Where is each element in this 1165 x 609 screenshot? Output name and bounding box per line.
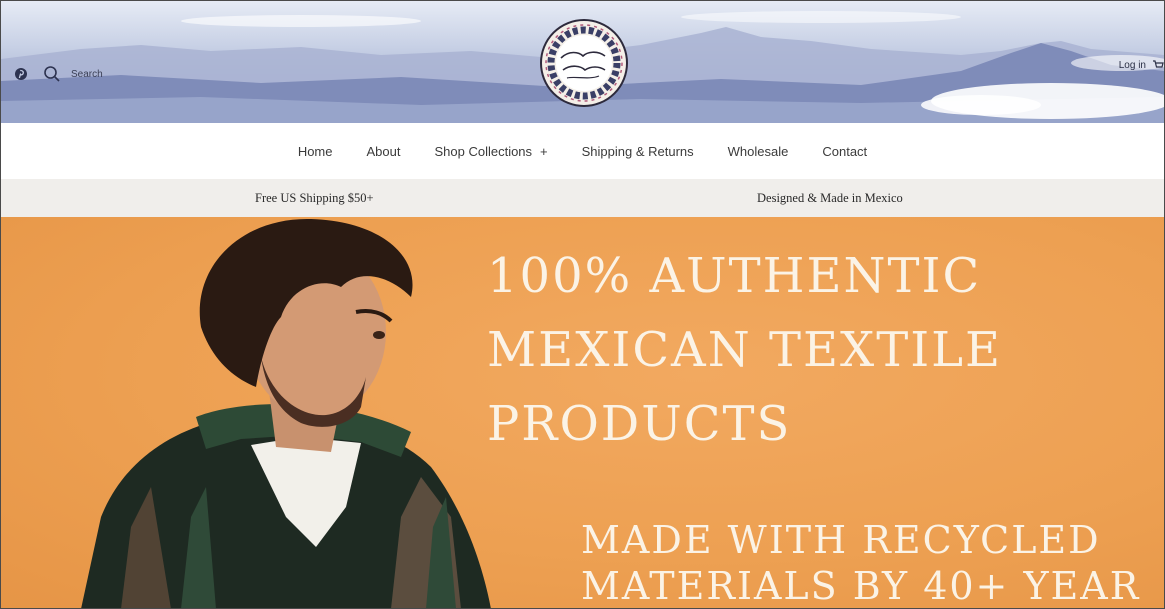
nav-item-shop-collections-label: Shop Collections <box>434 143 533 159</box>
header-utility-left: Search <box>13 65 103 83</box>
cart-icon[interactable] <box>1152 59 1164 71</box>
announcement-bar: Free US Shipping $50+ Designed & Made in… <box>1 179 1164 217</box>
hero-banner: 100% AUTHENTIC MEXICAN TEXTILE PRODUCTS … <box>1 217 1164 608</box>
header-utility-right: Log in <box>1119 59 1164 71</box>
browser-viewport: Search Log in Home About Shop Collection… <box>0 0 1165 609</box>
nav-item-about[interactable]: About <box>350 144 418 159</box>
hero-headline-line-3: PRODUCTS <box>487 396 792 452</box>
nav-item-shop-collections[interactable]: Shop Collections + <box>417 144 564 159</box>
nav-item-wholesale[interactable]: Wholesale <box>711 144 806 159</box>
login-link[interactable]: Log in <box>1119 60 1146 71</box>
search-control[interactable]: Search <box>43 65 103 83</box>
main-navigation: Home About Shop Collections + Shipping & … <box>1 123 1164 179</box>
hero-model-photo <box>81 218 491 608</box>
hero-subheadline-line-1: MADE WITH RECYCLED <box>581 518 1101 562</box>
header-banner: Search Log in <box>1 1 1164 123</box>
expand-plus-icon[interactable]: + <box>540 144 548 159</box>
announcement-shipping: Free US Shipping $50+ <box>255 191 374 205</box>
hero-headline: 100% AUTHENTIC MEXICAN TEXTILE PRODUCTS <box>487 239 1002 461</box>
brand-logo[interactable] <box>539 18 629 108</box>
nav-item-home[interactable]: Home <box>281 144 350 159</box>
hero-subheadline-line-2: MATERIALS BY 40+ YEAR <box>581 564 1141 608</box>
announcement-made-in-mexico: Designed & Made in Mexico <box>757 191 903 205</box>
nav-item-contact[interactable]: Contact <box>805 144 884 159</box>
hero-headline-line-1: 100% AUTHENTIC <box>487 248 982 304</box>
pinterest-icon[interactable] <box>13 66 29 82</box>
search-label: Search <box>71 68 103 80</box>
hero-headline-line-2: MEXICAN TEXTILE <box>487 322 1003 378</box>
search-icon <box>44 66 60 82</box>
nav-item-shipping-returns[interactable]: Shipping & Returns <box>565 144 711 159</box>
hero-subheadline: MADE WITH RECYCLED MATERIALS BY 40+ YEAR <box>581 517 1141 608</box>
